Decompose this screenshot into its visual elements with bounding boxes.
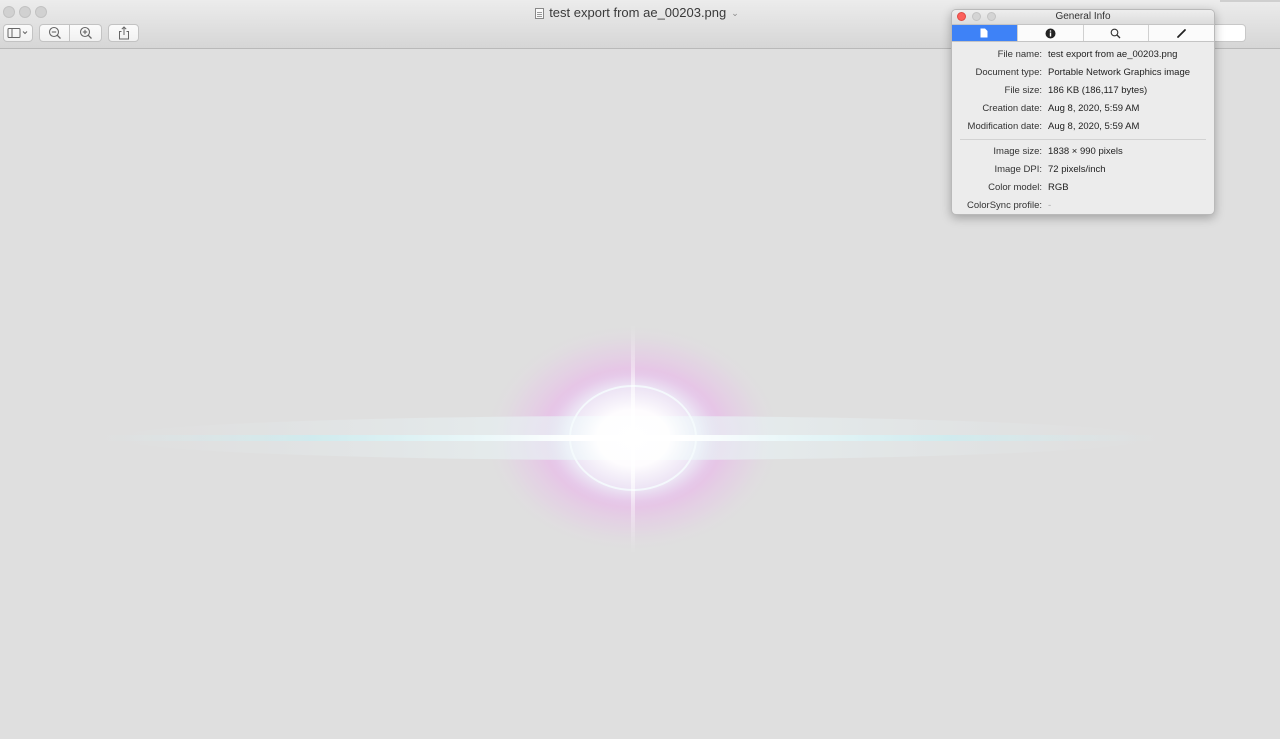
info-value: 186 KB (186,117 bytes) bbox=[1048, 85, 1148, 96]
info-label: ColorSync profile: bbox=[967, 200, 1042, 211]
info-value: Aug 8, 2020, 5:59 AM bbox=[1048, 103, 1140, 114]
inspector-close-button[interactable] bbox=[957, 12, 966, 21]
info-row: Image size: 1838 × 990 pixels bbox=[952, 143, 1214, 161]
info-row: File size: 186 KB (186,117 bytes) bbox=[952, 82, 1214, 100]
info-value: 72 pixels/inch bbox=[1048, 164, 1106, 175]
info-label: Creation date: bbox=[982, 103, 1042, 114]
share-icon bbox=[118, 26, 129, 40]
chevron-down-icon[interactable]: ⌄ bbox=[731, 4, 739, 22]
info-row: Creation date: Aug 8, 2020, 5:59 AM bbox=[952, 100, 1214, 118]
zoom-in-button[interactable] bbox=[70, 24, 102, 42]
window-edge bbox=[1220, 0, 1280, 2]
sidebar-button[interactable] bbox=[3, 24, 33, 42]
tab-general-info[interactable] bbox=[952, 25, 1017, 41]
keywords-icon bbox=[1111, 28, 1121, 38]
sidebar-icon bbox=[7, 28, 28, 38]
info-row: Image DPI: 72 pixels/inch bbox=[952, 161, 1214, 179]
info-value: 1838 × 990 pixels bbox=[1048, 146, 1123, 157]
info-value: Portable Network Graphics image bbox=[1048, 67, 1191, 78]
info-label: Image DPI: bbox=[994, 164, 1042, 175]
tab-more-info[interactable] bbox=[1016, 25, 1083, 41]
info-label: Color model: bbox=[988, 182, 1042, 193]
info-label: File name: bbox=[997, 49, 1042, 60]
zoom-in-icon bbox=[79, 26, 92, 39]
inspector-panel: General Info File name: test export from… bbox=[951, 9, 1215, 215]
info-label: Modification date: bbox=[967, 121, 1042, 132]
info-value: - bbox=[1048, 200, 1052, 211]
inspector-zoom-button[interactable] bbox=[987, 12, 996, 21]
document-icon bbox=[535, 7, 545, 19]
inspector-minimize-button[interactable] bbox=[972, 12, 981, 21]
search-field[interactable] bbox=[1210, 24, 1246, 42]
info-row: File name: test export from ae_00203.png bbox=[952, 46, 1214, 64]
inspector-tabs bbox=[952, 24, 1214, 42]
info-label: File size: bbox=[1004, 85, 1042, 96]
inspector-title: General Info bbox=[1055, 11, 1111, 22]
info-value: test export from ae_00203.png bbox=[1048, 49, 1178, 60]
info-label: Document type: bbox=[975, 67, 1042, 78]
info-label: Image size: bbox=[993, 146, 1042, 157]
annotations-icon bbox=[1177, 28, 1187, 38]
info-row: ColorSync profile: - bbox=[952, 197, 1214, 214]
share-button[interactable] bbox=[108, 24, 139, 42]
info-value: Aug 8, 2020, 5:59 AM bbox=[1048, 121, 1140, 132]
zoom-out-icon bbox=[48, 26, 61, 39]
info-row: Document type: Portable Network Graphics… bbox=[952, 64, 1214, 82]
info-row: Modification date: Aug 8, 2020, 5:59 AM bbox=[952, 118, 1214, 136]
general-info-icon bbox=[980, 28, 988, 38]
zoom-out-button[interactable] bbox=[39, 24, 70, 42]
more-info-icon bbox=[1045, 28, 1056, 38]
tab-annotations[interactable] bbox=[1148, 25, 1214, 41]
info-list: File name: test export from ae_00203.png… bbox=[952, 42, 1214, 214]
info-row: Color model: RGB bbox=[952, 179, 1214, 197]
tab-keywords[interactable] bbox=[1082, 25, 1149, 41]
window-title-text: test export from ae_00203.png bbox=[549, 5, 727, 20]
divider bbox=[960, 139, 1206, 140]
info-value: RGB bbox=[1048, 182, 1069, 193]
inspector-titlebar[interactable]: General Info bbox=[952, 10, 1214, 24]
